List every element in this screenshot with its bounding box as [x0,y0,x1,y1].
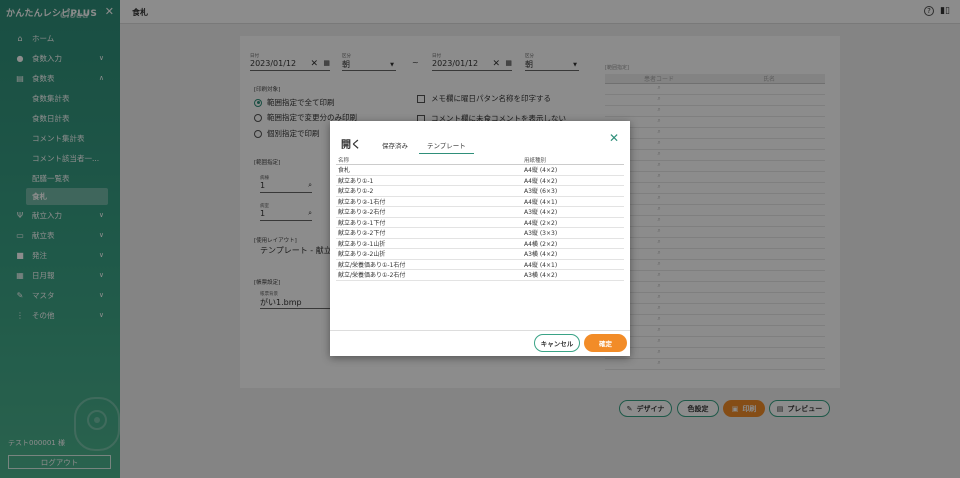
table-row[interactable]: 献立あり②-2下付 A3縦 (3×3) [336,228,624,239]
template-name: 献立あり①-1 [338,177,374,185]
close-icon[interactable]: ✕ [609,131,619,145]
template-name: 献立あり②-2山折 [338,251,386,259]
table-header: 名称 用紙種別 [336,156,624,165]
dialog-divider [330,330,630,331]
template-name: 食札 [338,167,351,175]
table-row[interactable]: 献立あり②-1下付 A4縦 (2×2) [336,218,624,228]
col-name-header: 名称 [338,158,350,164]
paper-type: A4縦 (4×1) [524,198,558,206]
table-row[interactable]: 献立あり②-1右付 A4縦 (4×1) [336,197,624,207]
table-row[interactable]: 献立あり②-1山折 A4横 (2×2) [336,239,624,249]
paper-type: A3縦 (6×3) [524,188,558,196]
template-name: 献立あり②-2下付 [338,230,386,238]
template-name: 献立あり②-2右付 [338,209,386,217]
table-row[interactable]: 献立/栄養価あり①-2右付 A3横 (4×2) [336,270,624,281]
template-table: 名称 用紙種別 食札 A4縦 (4×2) 献立あり①-1 A4縦 (4×2) 献立あり①… [336,156,624,281]
table-row[interactable]: 献立あり①-1 A4縦 (4×2) [336,176,624,186]
col-paper-header: 用紙種別 [524,158,547,164]
template-name: 献立あり②-1下付 [338,219,386,227]
paper-type: A4縦 (4×1) [524,261,558,269]
paper-type: A4縦 (2×2) [524,219,558,227]
template-name: 献立/栄養価あり①-1右付 [338,261,406,269]
tab-template[interactable]: テンプレート [419,140,474,154]
template-name: 献立あり①-2 [338,188,374,196]
paper-type: A4縦 (4×2) [524,177,558,185]
table-row[interactable]: 食札 A4縦 (4×2) [336,165,624,176]
table-row[interactable]: 献立あり②-2右付 A3縦 (4×2) [336,207,624,218]
cancel-button[interactable]: キャンセル [534,334,580,352]
paper-type: A3縦 (4×2) [524,209,558,217]
table-row[interactable]: 献立あり①-2 A3縦 (6×3) [336,186,624,197]
paper-type: A4横 (2×2) [524,240,558,248]
paper-type: A3横 (4×2) [524,251,558,259]
tab-saved[interactable]: 保存済み [382,140,408,150]
confirm-button[interactable]: 確定 [584,334,627,352]
template-name: 献立あり②-1右付 [338,198,386,206]
paper-type: A3横 (4×2) [524,272,558,280]
paper-type: A3縦 (3×3) [524,230,558,238]
template-name: 献立/栄養価あり①-2右付 [338,272,406,280]
dialog-title: 開く [341,140,361,151]
table-row[interactable]: 献立/栄養価あり①-1右付 A4縦 (4×1) [336,260,624,270]
open-template-dialog: 開く ✕ 保存済み テンプレート 名称 用紙種別 食札 A4縦 (4×2) 献立あり… [330,121,630,356]
paper-type: A4縦 (4×2) [524,167,558,175]
table-row[interactable]: 献立あり②-2山折 A3横 (4×2) [336,249,624,260]
table-body: 食札 A4縦 (4×2) 献立あり①-1 A4縦 (4×2) 献立あり①-2 A3縦 (6… [336,165,624,281]
template-name: 献立あり②-1山折 [338,240,386,248]
